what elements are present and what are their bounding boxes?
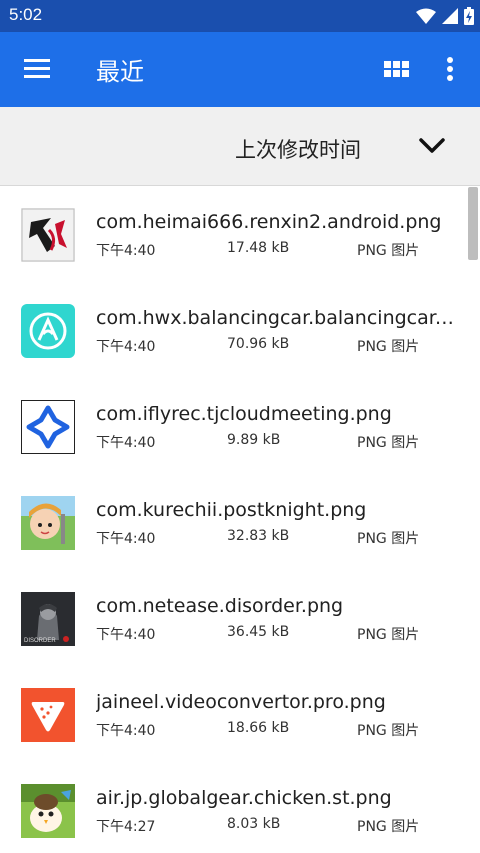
disorder-logo: DISORDER bbox=[24, 638, 56, 644]
app-bar: 最近 bbox=[0, 32, 480, 107]
sort-label: 上次修改时间 bbox=[235, 138, 361, 162]
grid-view-icon[interactable] bbox=[382, 57, 410, 83]
list-item[interactable]: com.hwx.balancingcar.balancingcar.png 下午… bbox=[0, 283, 468, 379]
file-size: 32.83 kB bbox=[227, 528, 290, 544]
list-item[interactable]: com.kurechii.postknight.png 下午4:40 32.83… bbox=[0, 475, 468, 571]
file-name: air.jp.globalgear.chicken.st.png bbox=[96, 787, 392, 809]
file-name: com.heimai666.renxin2.android.png bbox=[96, 211, 442, 233]
tjcloudmeeting-app-thumbnail bbox=[21, 400, 75, 454]
file-thumbnail bbox=[21, 784, 75, 838]
file-size: 70.96 kB bbox=[227, 336, 290, 352]
status-time: 5:02 bbox=[9, 5, 43, 24]
file-size: 18.66 kB bbox=[227, 720, 290, 736]
file-type: PNG 图片 bbox=[357, 243, 420, 259]
file-type: PNG 图片 bbox=[357, 339, 420, 355]
file-modified-time: 下午4:40 bbox=[96, 243, 156, 259]
battery-charging-icon bbox=[464, 7, 474, 25]
list-item[interactable]: DISORDER com.netease.disorder.png 下午4:40… bbox=[0, 571, 468, 667]
file-size: 36.45 kB bbox=[227, 624, 290, 640]
balancingcar-app-thumbnail bbox=[21, 304, 75, 358]
file-modified-time: 下午4:27 bbox=[96, 819, 156, 835]
postknight-app-thumbnail bbox=[21, 496, 75, 550]
list-item[interactable]: com.iflyrec.tjcloudmeeting.png 下午4:40 9.… bbox=[0, 379, 468, 475]
file-name: com.iflyrec.tjcloudmeeting.png bbox=[96, 403, 392, 425]
file-type: PNG 图片 bbox=[357, 819, 420, 835]
list-item[interactable]: com.heimai666.renxin2.android.png 下午4:40… bbox=[0, 187, 468, 283]
file-modified-time: 下午4:40 bbox=[96, 723, 156, 739]
list-item[interactable]: jaineel.videoconvertor.pro.png 下午4:40 18… bbox=[0, 667, 468, 763]
file-type: PNG 图片 bbox=[357, 435, 420, 451]
file-name: jaineel.videoconvertor.pro.png bbox=[96, 691, 386, 713]
file-size: 8.03 kB bbox=[227, 816, 281, 832]
file-modified-time: 下午4:40 bbox=[96, 339, 156, 355]
file-name: com.kurechii.postknight.png bbox=[96, 499, 367, 521]
file-modified-time: 下午4:40 bbox=[96, 435, 156, 451]
status-icons bbox=[416, 7, 474, 25]
file-thumbnail bbox=[21, 400, 75, 454]
file-type: PNG 图片 bbox=[357, 723, 420, 739]
videoconvertor-app-thumbnail bbox=[21, 688, 75, 742]
chicken-app-thumbnail bbox=[21, 784, 75, 838]
renxin-app-thumbnail bbox=[21, 208, 75, 262]
cellular-signal-icon bbox=[442, 8, 458, 24]
file-size: 17.48 kB bbox=[227, 240, 290, 256]
chevron-down-icon[interactable] bbox=[418, 136, 446, 156]
file-size: 9.89 kB bbox=[227, 432, 281, 448]
file-type: PNG 图片 bbox=[357, 627, 420, 643]
sort-bar[interactable]: 上次修改时间 bbox=[0, 107, 480, 186]
menu-icon[interactable] bbox=[22, 56, 52, 82]
status-bar: 5:02 bbox=[0, 0, 480, 32]
list-item[interactable]: air.jp.globalgear.chicken.st.png 下午4:27 … bbox=[0, 763, 468, 853]
file-modified-time: 下午4:40 bbox=[96, 531, 156, 547]
scrollbar[interactable] bbox=[468, 187, 478, 260]
file-name: com.hwx.balancingcar.balancingcar.png bbox=[96, 307, 458, 329]
file-list: com.heimai666.renxin2.android.png 下午4:40… bbox=[0, 187, 480, 853]
more-options-icon[interactable] bbox=[440, 54, 460, 84]
file-type: PNG 图片 bbox=[357, 531, 420, 547]
file-modified-time: 下午4:40 bbox=[96, 627, 156, 643]
file-thumbnail bbox=[21, 304, 75, 358]
wifi-icon bbox=[416, 8, 436, 24]
file-thumbnail bbox=[21, 688, 75, 742]
disorder-app-thumbnail: DISORDER bbox=[21, 592, 75, 646]
file-name: com.netease.disorder.png bbox=[96, 595, 344, 617]
page-title: 最近 bbox=[96, 58, 144, 86]
file-thumbnail bbox=[21, 208, 75, 262]
file-thumbnail: DISORDER bbox=[21, 592, 75, 646]
file-thumbnail bbox=[21, 496, 75, 550]
